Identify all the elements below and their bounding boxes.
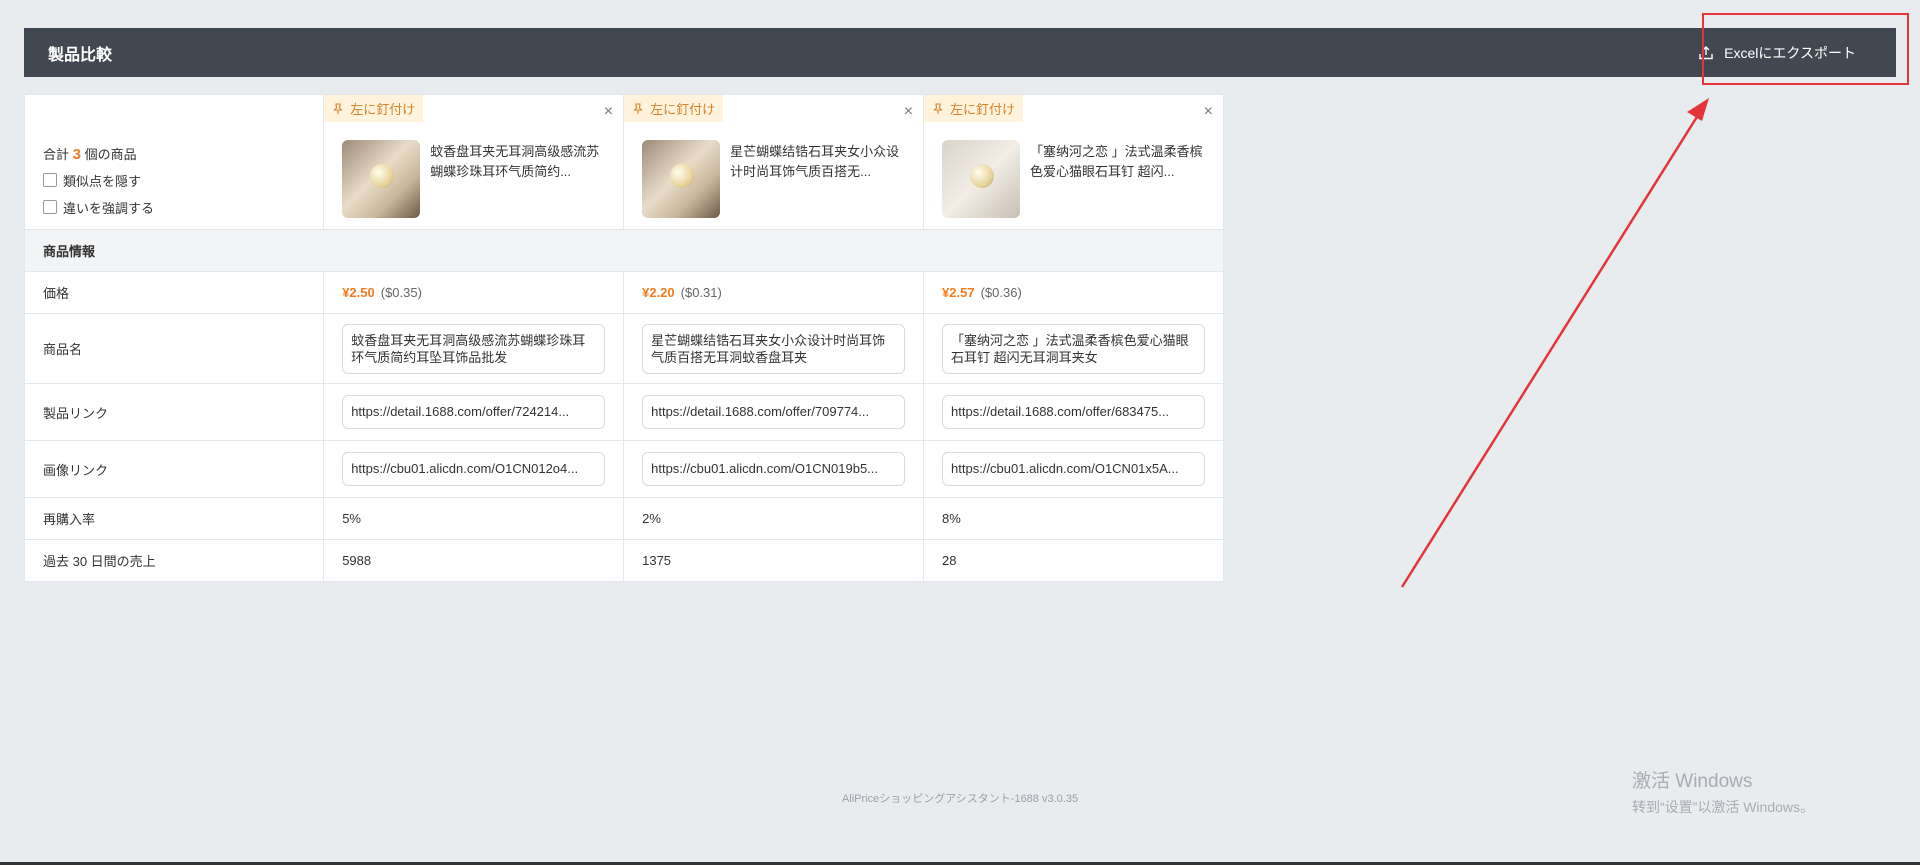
product-link-field[interactable]: https://detail.1688.com/offer/709774... xyxy=(642,395,906,429)
pin-label: 左に釘付け xyxy=(950,102,1016,117)
table-row-products: 合計 3 個の商品 類似点を隠す 違いを強調する 左に釘付け × 蚊香盘耳夹无耳… xyxy=(23,94,1224,230)
checkbox-box[interactable] xyxy=(43,200,57,214)
summary-cell: 合計 3 個の商品 類似点を隠す 違いを強調する xyxy=(23,94,325,230)
windows-activation-watermark: 激活 Windows 转到“设置”以激活 Windows。 xyxy=(1632,766,1814,817)
sales-cell: 5988 xyxy=(323,539,625,582)
pin-icon xyxy=(933,102,943,114)
row-label: 再購入率 xyxy=(23,497,325,540)
product-link-field[interactable]: https://detail.1688.com/offer/683475... xyxy=(942,395,1205,429)
close-icon[interactable]: × xyxy=(1204,103,1213,121)
repurchase-cell: 5% xyxy=(323,497,625,540)
product-link-field[interactable]: https://detail.1688.com/offer/724214... xyxy=(342,395,606,429)
price-usd: ($0.35) xyxy=(380,285,422,300)
comparison-table: 合計 3 個の商品 類似点を隠す 違いを強調する 左に釘付け × 蚊香盘耳夹无耳… xyxy=(23,94,1224,582)
price-cell: ¥2.20 ($0.31) xyxy=(623,271,925,314)
watermark-line1: 激活 Windows xyxy=(1632,771,1753,792)
highlight-diff-checkbox[interactable]: 違いを強調する xyxy=(43,198,305,217)
watermark-line2: 转到“设置”以激活 Windows。 xyxy=(1632,799,1815,815)
total-prefix: 合計 xyxy=(43,146,70,162)
export-icon xyxy=(1699,45,1713,59)
row-label: 製品リンク xyxy=(23,383,325,441)
row-label: 商品名 xyxy=(23,313,325,384)
product-image[interactable] xyxy=(942,140,1021,218)
product-title[interactable]: 星芒蝴蝶结锆石耳夹女小众设计时尚耳饰气质百搭无... xyxy=(730,142,905,182)
product-title[interactable]: 蚊香盘耳夹无耳洞高级感流苏蝴蝶珍珠耳环气质简约... xyxy=(430,142,605,182)
product-name-field[interactable]: 星芒蝴蝶结锆石耳夹女小众设计时尚耳饰气质百搭无耳洞蚊香盘耳夹 xyxy=(642,323,906,374)
table-row-repurchase: 再購入率 5% 2% 8% xyxy=(23,497,1224,540)
table-row-sales: 過去 30 日間の売上 5988 1375 28 xyxy=(23,539,1224,582)
close-icon[interactable]: × xyxy=(604,103,613,121)
product-card-1: 左に釘付け × 蚊香盘耳夹无耳洞高级感流苏蝴蝶珍珠耳环气质简约... xyxy=(323,94,625,230)
checkbox-label: 類似点を隠す xyxy=(63,173,142,189)
total-count: 合計 3 個の商品 xyxy=(43,144,305,163)
pin-icon xyxy=(333,102,344,114)
section-title: 商品情報 xyxy=(24,229,1224,272)
export-excel-button[interactable]: Excelにエクスポート xyxy=(1686,33,1868,73)
checkbox-label: 違いを強調する xyxy=(63,200,155,216)
price-cell: ¥2.50 ($0.35) xyxy=(323,271,625,314)
product-image[interactable] xyxy=(642,140,721,218)
row-label: 画像リンク xyxy=(23,440,325,498)
close-icon[interactable]: × xyxy=(904,103,913,121)
pin-left-button[interactable]: 左に釘付け xyxy=(924,95,1024,122)
pin-icon xyxy=(633,102,643,114)
sales-cell: 28 xyxy=(923,539,1224,582)
product-card-3: 左に釘付け × 「塞纳河之恋 」法式温柔香槟色爱心猫眼石耳钉 超闪... xyxy=(923,94,1224,230)
product-title[interactable]: 「塞纳河之恋 」法式温柔香槟色爱心猫眼石耳钉 超闪... xyxy=(1030,142,1205,182)
image-link-field[interactable]: https://cbu01.alicdn.com/O1CN019b5... xyxy=(642,452,906,486)
image-link-field[interactable]: https://cbu01.alicdn.com/O1CN012o4... xyxy=(342,452,606,486)
total-number: 3 xyxy=(72,145,81,163)
hide-similar-checkbox[interactable]: 類似点を隠す xyxy=(43,171,305,190)
product-name-field[interactable]: 「塞纳河之恋 」法式温柔香槟色爱心猫眼石耳钉 超闪无耳洞耳夹女 xyxy=(942,323,1205,374)
repurchase-cell: 2% xyxy=(623,497,925,540)
top-header-bar: 製品比較 Excelにエクスポート xyxy=(24,28,1896,77)
row-label: 価格 xyxy=(23,271,325,314)
page-title: 製品比較 xyxy=(48,46,113,64)
product-name-field[interactable]: 蚊香盘耳夹无耳洞高级感流苏蝴蝶珍珠耳环气质简约耳坠耳饰品批发 xyxy=(342,323,606,374)
pin-label: 左に釘付け xyxy=(650,102,716,117)
table-row-price: 価格 ¥2.50 ($0.35) ¥2.20 ($0.31) ¥2.57 ($0.36… xyxy=(23,271,1224,314)
table-row-product-link: 製品リンク https://detail.1688.com/offer/7242… xyxy=(23,383,1224,441)
product-card-2: 左に釘付け × 星芒蝴蝶结锆石耳夹女小众设计时尚耳饰气质百搭无... xyxy=(623,94,925,230)
price-cny: ¥2.20 xyxy=(642,285,675,300)
table-row-image-link: 画像リンク https://cbu01.alicdn.com/O1CN012o4… xyxy=(23,440,1224,498)
price-cny: ¥2.57 xyxy=(942,285,975,300)
total-suffix: 個の商品 xyxy=(84,146,137,162)
product-image[interactable] xyxy=(342,140,421,218)
price-cell: ¥2.57 ($0.36) xyxy=(923,271,1224,314)
repurchase-cell: 8% xyxy=(923,497,1224,540)
pin-left-button[interactable]: 左に釘付け xyxy=(624,95,724,122)
price-usd: ($0.36) xyxy=(980,285,1022,300)
export-label: Excelにエクスポート xyxy=(1724,44,1856,61)
pin-label: 左に釘付け xyxy=(350,102,416,117)
price-cny: ¥2.50 xyxy=(342,285,375,300)
section-header-row: 商品情報 xyxy=(24,229,1224,272)
image-link-field[interactable]: https://cbu01.alicdn.com/O1CN01x5A... xyxy=(942,452,1205,486)
table-row-name: 商品名 蚊香盘耳夹无耳洞高级感流苏蝴蝶珍珠耳环气质简约耳坠耳饰品批发 星芒蝴蝶结… xyxy=(23,313,1224,384)
sales-cell: 1375 xyxy=(623,539,925,582)
row-label: 過去 30 日間の売上 xyxy=(23,539,325,582)
pin-left-button[interactable]: 左に釘付け xyxy=(324,95,424,122)
checkbox-box[interactable] xyxy=(43,173,57,187)
price-usd: ($0.31) xyxy=(680,285,722,300)
